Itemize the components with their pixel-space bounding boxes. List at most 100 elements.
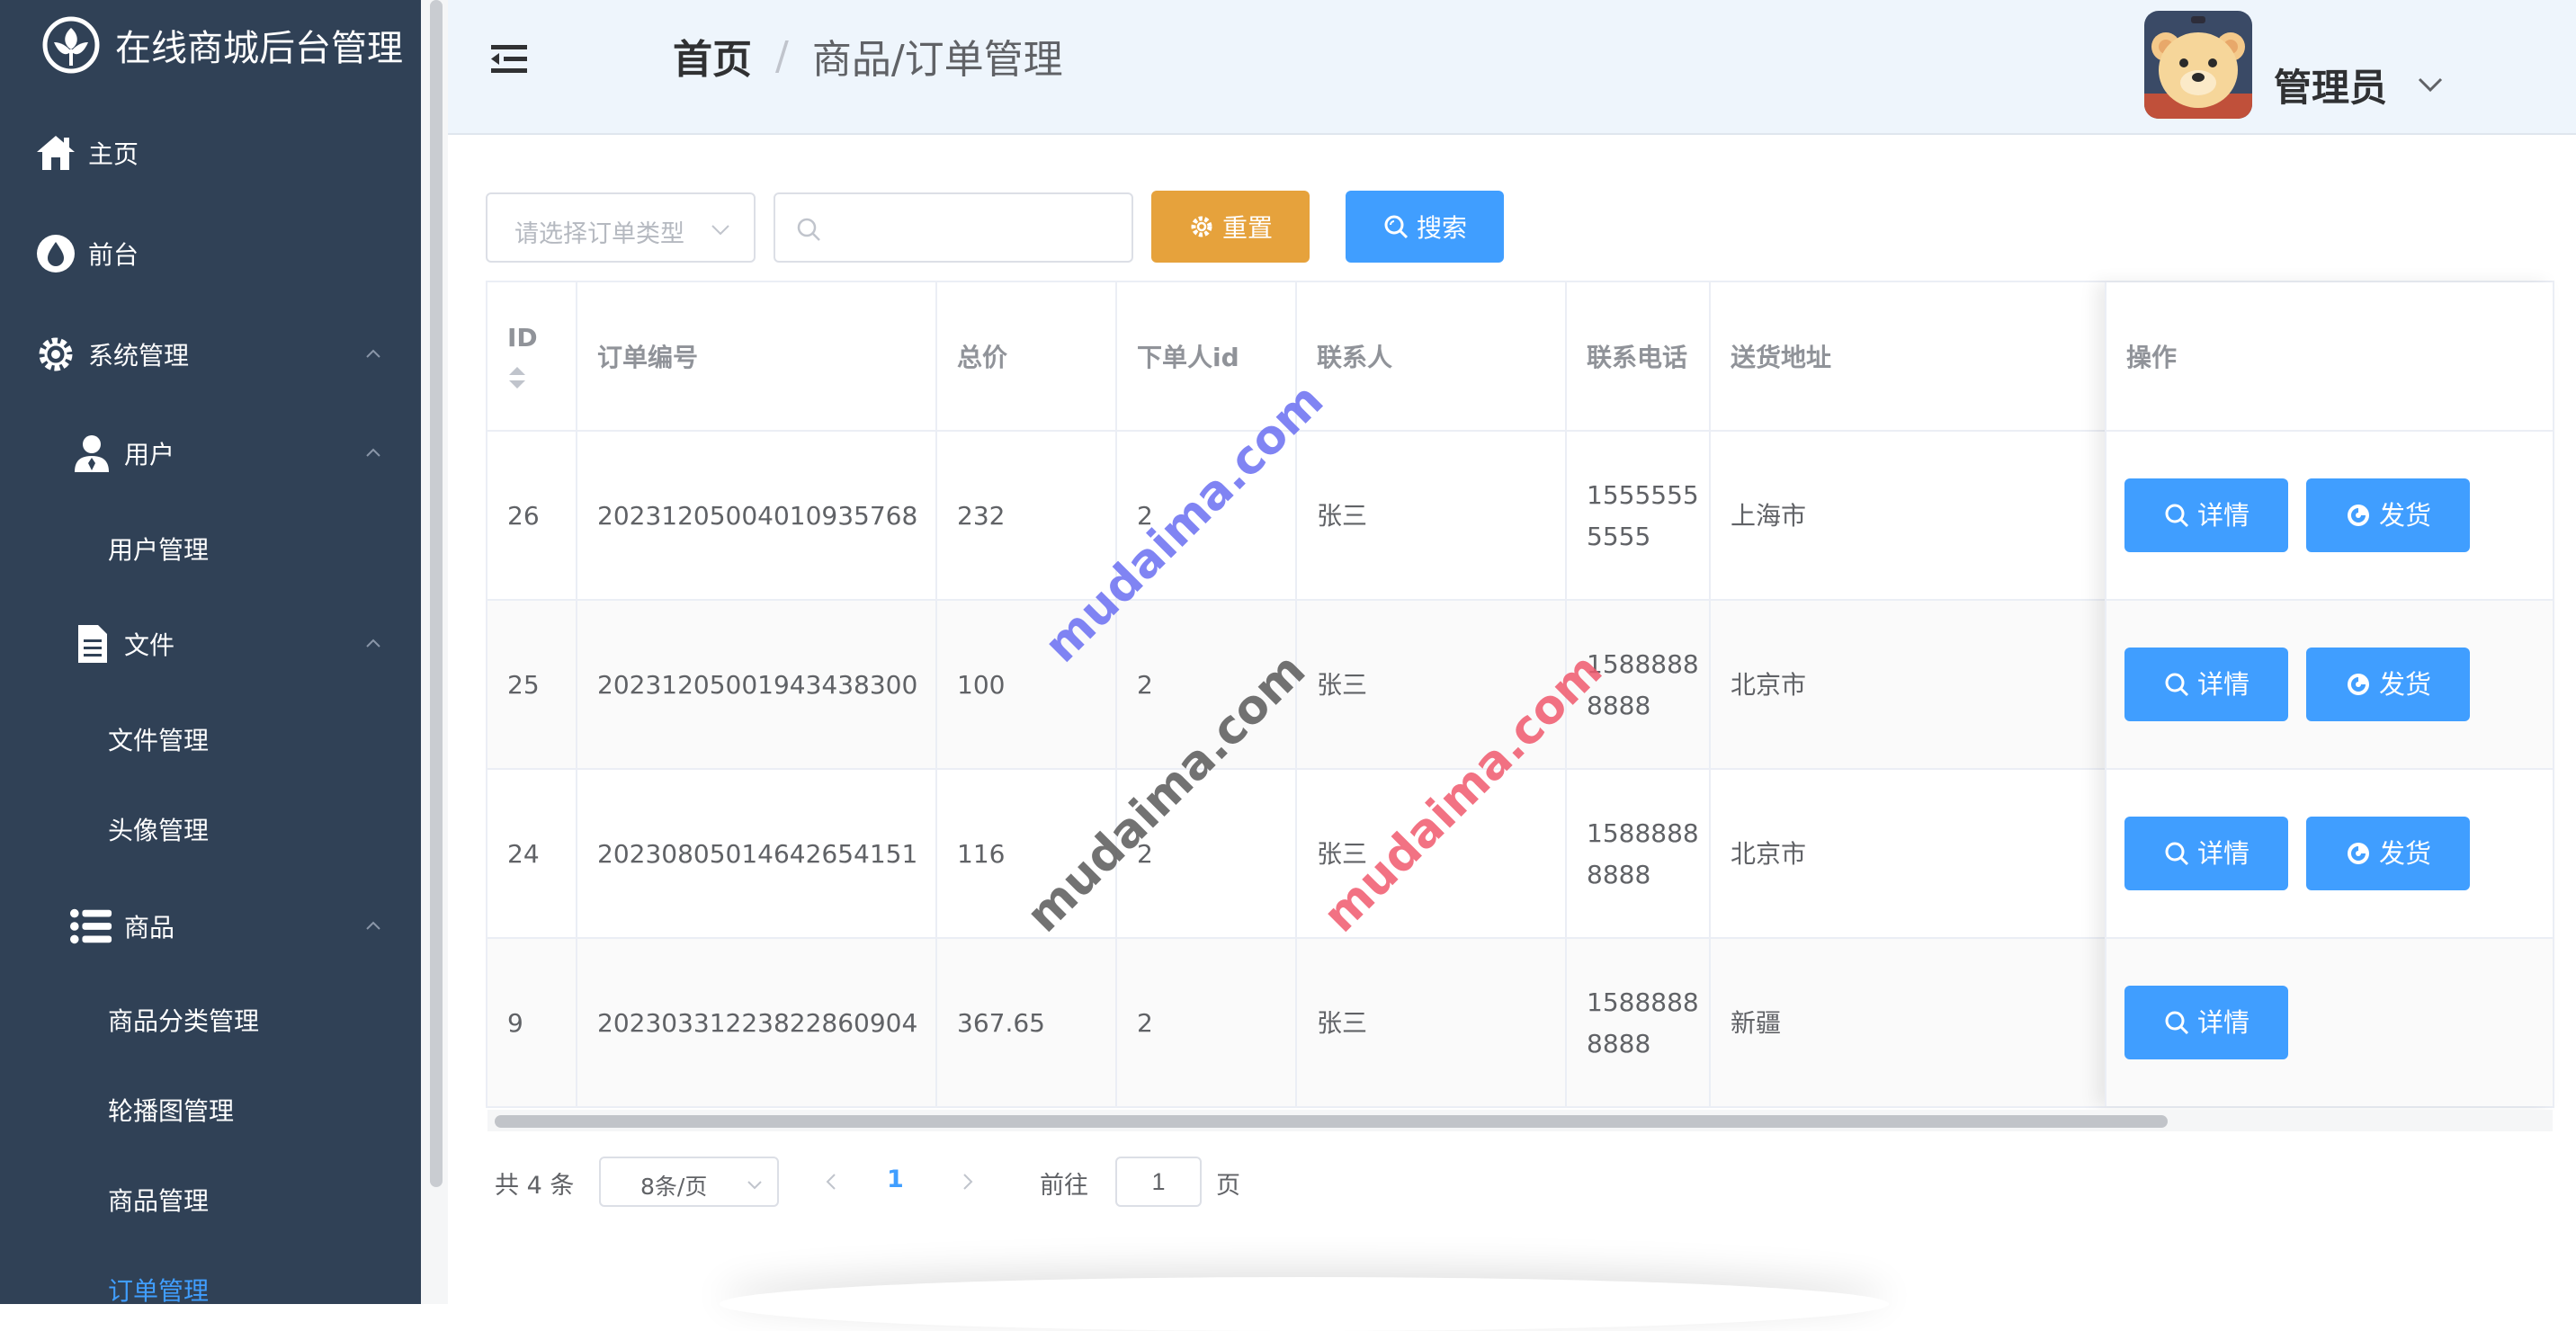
search-icon xyxy=(2165,1011,2189,1035)
sidebar-item-goods[interactable]: 商品 xyxy=(0,901,421,951)
column-header-order-no: 订单编号 xyxy=(577,282,937,432)
chevron-up-icon xyxy=(366,639,380,648)
goto-page-input[interactable] xyxy=(1115,1157,1202,1207)
search-icon xyxy=(2165,504,2189,528)
cell-order-no: 20231205004010935768 xyxy=(577,432,937,601)
sidebar-item-frontend[interactable]: 前台 xyxy=(0,228,421,279)
order-type-select[interactable]: 请选择订单类型 xyxy=(486,192,756,263)
sidebar-item-label: 轮播图管理 xyxy=(108,1096,235,1126)
cell-id: 9 xyxy=(487,939,577,1108)
cell-phone: 15888888888 xyxy=(1567,939,1711,1108)
sidebar-item-label: 头像管理 xyxy=(108,816,210,845)
page-size-select[interactable]: 8条/页 xyxy=(599,1157,779,1207)
horizontal-scroll-thumb[interactable] xyxy=(495,1115,2168,1128)
cell-order-no: 20230331223822860904 xyxy=(577,939,937,1108)
sidebar-item-label: 文件 xyxy=(124,630,175,660)
search-button[interactable]: 搜索 xyxy=(1346,191,1504,263)
user-icon xyxy=(70,432,113,475)
cell-phone: 15888888888 xyxy=(1567,770,1711,939)
sidebar-item-home[interactable]: 主页 xyxy=(0,128,421,178)
table-row: 25 20231205001943438300 100 2 张三 1588888… xyxy=(487,601,2553,770)
sidebar-item-label: 商品分类管理 xyxy=(108,1006,260,1036)
sidebar-item-avatar-management[interactable]: 头像管理 xyxy=(0,804,421,854)
table-row: 26 20231205004010935768 232 2 张三 1555555… xyxy=(487,432,2553,601)
cell-user-id: 2 xyxy=(1117,432,1297,601)
header: 首页 / 商品/订单管理 管理员 xyxy=(448,0,2576,135)
logo-icon xyxy=(42,16,100,74)
detail-button[interactable]: 详情 xyxy=(2124,986,2288,1059)
sidebar-item-label: 商品管理 xyxy=(108,1186,210,1216)
search-icon xyxy=(1384,215,1409,239)
chevron-up-icon xyxy=(366,921,380,930)
detail-button[interactable]: 详情 xyxy=(2124,648,2288,721)
search-box[interactable] xyxy=(774,192,1133,263)
reset-button[interactable]: 重置 xyxy=(1151,191,1310,263)
logo: 在线商城后台管理 xyxy=(41,13,403,77)
gear-icon xyxy=(1191,216,1212,237)
page-size-value: 8条/页 xyxy=(640,1174,708,1200)
sidebar-scroll-thumb[interactable] xyxy=(430,0,443,1187)
next-page-icon[interactable] xyxy=(955,1169,980,1194)
list-icon xyxy=(70,905,113,948)
sort-icon[interactable] xyxy=(507,365,527,390)
detail-button[interactable]: 详情 xyxy=(2124,817,2288,890)
ship-button[interactable]: 发货 xyxy=(2306,648,2470,721)
reset-label: 重置 xyxy=(1221,214,1273,242)
sidebar-item-file-management[interactable]: 文件管理 xyxy=(0,714,421,764)
column-header-id[interactable]: ID xyxy=(487,282,577,432)
cell-phone: 15555555555 xyxy=(1567,432,1711,601)
cell-contact: 张三 xyxy=(1297,601,1567,770)
cell-total: 116 xyxy=(937,770,1117,939)
search-icon xyxy=(797,218,820,241)
cell-id: 25 xyxy=(487,601,577,770)
chevron-down-icon[interactable] xyxy=(2414,68,2446,101)
goto-label: 前往 xyxy=(1040,1172,1088,1200)
cell-id: 24 xyxy=(487,770,577,939)
breadcrumb-current: 商品/订单管理 xyxy=(811,37,1063,83)
search-input[interactable] xyxy=(829,203,1117,254)
total-count: 共 4 条 xyxy=(495,1172,575,1200)
sidebar-item-goods-management[interactable]: 商品管理 xyxy=(0,1175,421,1225)
order-type-placeholder: 请选择订单类型 xyxy=(514,220,684,248)
goto-suffix: 页 xyxy=(1216,1172,1240,1200)
user-name[interactable]: 管理员 xyxy=(2274,58,2387,112)
search-label: 搜索 xyxy=(1416,214,1467,242)
sidebar-item-user-management[interactable]: 用户管理 xyxy=(0,523,421,574)
breadcrumb: 首页 / 商品/订单管理 xyxy=(673,27,1063,85)
cell-address: 上海市 xyxy=(1711,432,2106,601)
ship-icon xyxy=(2347,505,2369,526)
ship-button[interactable]: 发货 xyxy=(2306,817,2470,890)
table-row: 24 20230805014642654151 116 2 张三 1588888… xyxy=(487,770,2553,939)
column-header-actions: 操作 xyxy=(2106,282,2553,432)
sidebar-item-category-management[interactable]: 商品分类管理 xyxy=(0,995,421,1045)
app-title: 在线商城后台管理 xyxy=(115,28,403,69)
avatar[interactable] xyxy=(2144,11,2252,119)
breadcrumb-home[interactable]: 首页 xyxy=(673,27,752,85)
sidebar-item-order-management[interactable]: 订单管理 xyxy=(0,1264,421,1315)
cell-user-id: 2 xyxy=(1117,939,1297,1108)
ship-button[interactable]: 发货 xyxy=(2306,478,2470,552)
cell-order-no: 20231205001943438300 xyxy=(577,601,937,770)
cell-contact: 张三 xyxy=(1297,939,1567,1108)
sidebar-item-file[interactable]: 文件 xyxy=(0,619,421,669)
cell-phone: 15888888888 xyxy=(1567,601,1711,770)
sidebar-item-system[interactable]: 系统管理 xyxy=(0,329,421,380)
cell-address: 北京市 xyxy=(1711,601,2106,770)
cell-actions: 详情 发货 xyxy=(2106,601,2553,770)
drop-icon xyxy=(34,232,77,275)
page-number[interactable]: 1 xyxy=(887,1166,904,1193)
cell-order-no: 20230805014642654151 xyxy=(577,770,937,939)
sidebar-item-label: 商品 xyxy=(124,913,175,942)
column-header-contact: 联系人 xyxy=(1297,282,1567,432)
prev-page-icon[interactable] xyxy=(818,1169,844,1194)
chevron-down-icon xyxy=(711,225,729,236)
document-icon xyxy=(70,622,113,666)
cell-address: 北京市 xyxy=(1711,770,2106,939)
sidebar-item-user[interactable]: 用户 xyxy=(0,428,421,478)
chevron-down-icon xyxy=(747,1181,762,1190)
menu-fold-icon[interactable] xyxy=(487,38,531,81)
sidebar-item-carousel-management[interactable]: 轮播图管理 xyxy=(0,1085,421,1135)
ship-icon xyxy=(2347,843,2369,864)
detail-button[interactable]: 详情 xyxy=(2124,478,2288,552)
cell-user-id: 2 xyxy=(1117,601,1297,770)
